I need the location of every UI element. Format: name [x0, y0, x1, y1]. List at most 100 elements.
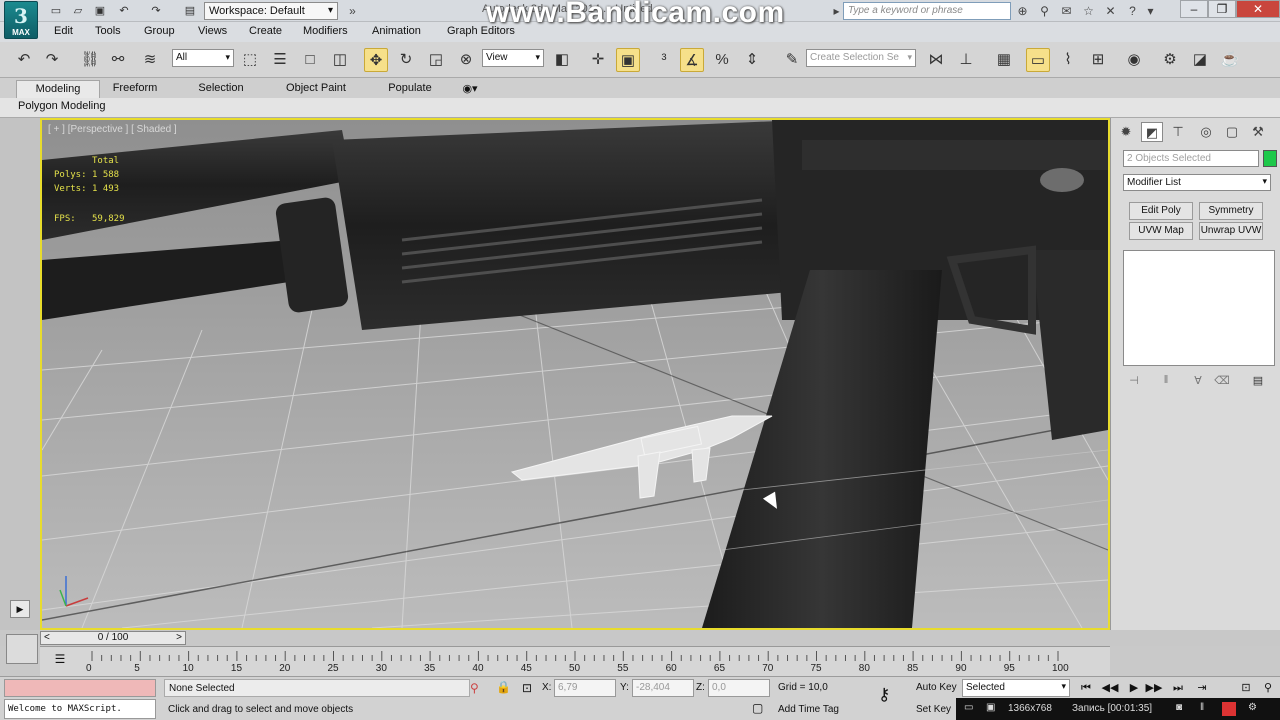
mini-listener-toggle[interactable] [6, 634, 38, 664]
select-and-place-icon[interactable]: ⊗ [454, 48, 478, 72]
render-setup-icon[interactable]: ⚙ [1158, 48, 1182, 72]
modifier-stack[interactable] [1123, 250, 1275, 366]
menu-animation[interactable]: Animation [372, 25, 421, 37]
recorder-settings-icon[interactable]: ⚙ [1248, 702, 1257, 713]
application-button[interactable]: MAX [4, 1, 38, 39]
make-unique-icon[interactable]: ∀ [1189, 374, 1207, 390]
x-coordinate-field[interactable]: 6,79 [554, 679, 616, 697]
recorder-pause-icon[interactable]: ‖ [1200, 702, 1204, 713]
key-filter-dropdown[interactable]: Selected [962, 679, 1070, 697]
menu-group[interactable]: Group [144, 25, 175, 37]
maxscript-mini-listener-input[interactable]: Welcome to MAXScript. [4, 699, 156, 719]
edit-named-selection-icon[interactable]: ✎ [780, 48, 804, 72]
select-object-icon[interactable]: ⬚ [238, 48, 262, 72]
utilities-tab-icon[interactable]: ⚒ [1247, 122, 1269, 142]
reference-coordinate-dropdown[interactable]: View [482, 49, 544, 67]
transform-mode-icon[interactable]: ⊡ [522, 681, 532, 695]
motion-tab-icon[interactable]: ◎ [1195, 122, 1217, 142]
play-icon[interactable]: ▶ [1124, 679, 1144, 697]
layer-manager-icon[interactable]: ▦ [992, 48, 1016, 72]
rendered-frame-window-icon[interactable]: ◪ [1188, 48, 1212, 72]
help-icon[interactable]: ? [1124, 3, 1141, 19]
previous-frame-icon[interactable]: ◀◀ [1100, 679, 1120, 697]
menu-edit[interactable]: Edit [54, 25, 73, 37]
project-folder-icon[interactable]: ▤ [182, 3, 198, 19]
subscription-icon[interactable]: ⚲ [1036, 3, 1053, 19]
restore-button[interactable]: ❐ [1208, 0, 1236, 18]
set-keys-icon[interactable]: ⚷ [878, 685, 890, 705]
search-input[interactable]: Type a keyword or phrase [843, 2, 1011, 20]
bind-space-warp-icon[interactable]: ≋ [138, 48, 162, 72]
select-manipulate-icon[interactable]: ✛ [586, 48, 610, 72]
align-icon[interactable]: ⊥ [954, 48, 978, 72]
undo-icon[interactable]: ↶ [12, 48, 36, 72]
binoculars-icon[interactable]: ⊕ [1014, 3, 1031, 19]
track-bar[interactable]: ☰ 0 5 10 15 20 25 30 35 40 45 50 55 60 65 70 75 80 85 90 95… [40, 646, 1110, 676]
snaps-toggle-icon[interactable]: ³ [652, 48, 676, 72]
perspective-viewport[interactable]: [ + ] [Perspective ] [ Shaded ] Total Po… [40, 118, 1110, 630]
go-to-start-icon[interactable]: ⏮ [1076, 679, 1096, 697]
add-time-tag-button[interactable]: Add Time Tag [774, 701, 874, 719]
time-tag-icon[interactable]: ▢ [752, 701, 763, 715]
menu-modifiers[interactable]: Modifiers [303, 25, 348, 37]
render-production-icon[interactable]: ☕ [1218, 48, 1242, 72]
object-color-swatch[interactable] [1263, 150, 1277, 167]
tab-modeling[interactable]: Modeling [16, 80, 100, 98]
close-button[interactable]: ✕ [1236, 0, 1280, 18]
modify-tab-icon[interactable]: ◩ [1141, 122, 1163, 142]
undo-icon[interactable]: ↶ [116, 3, 132, 19]
new-file-icon[interactable]: ▭ [48, 3, 64, 19]
set-key-button[interactable]: Set Key [914, 701, 960, 719]
ribbon-options-icon[interactable]: ◉▾ [456, 80, 484, 98]
selection-lock-icon[interactable]: 🔒 [496, 680, 511, 694]
remove-modifier-icon[interactable]: ⌫ [1213, 374, 1231, 390]
communication-icon[interactable]: ✉ [1058, 3, 1075, 19]
key-mode-icon[interactable]: ⇥ [1192, 679, 1212, 697]
z-coordinate-field[interactable]: 0,0 [708, 679, 770, 697]
symmetry-button[interactable]: Symmetry [1199, 202, 1263, 220]
tab-freeform[interactable]: Freeform [100, 80, 170, 98]
named-selection-sets-dropdown[interactable]: Create Selection Se [806, 49, 916, 67]
menu-create[interactable]: Create [249, 25, 282, 37]
show-end-result-icon[interactable]: ‖ [1157, 374, 1175, 390]
time-slider-next-icon[interactable]: > [176, 632, 182, 644]
redo-icon[interactable]: ↷ [148, 3, 164, 19]
recorder-stop-icon[interactable] [1222, 702, 1236, 716]
rectangular-selection-icon[interactable]: □ [298, 48, 322, 72]
minimize-button[interactable]: – [1180, 0, 1208, 18]
next-frame-icon[interactable]: ▶▶ [1144, 679, 1164, 697]
uvw-map-button[interactable]: UVW Map [1129, 222, 1193, 240]
use-pivot-center-icon[interactable]: ◧ [550, 48, 574, 72]
select-by-name-icon[interactable]: ☰ [268, 48, 292, 72]
select-and-scale-icon[interactable]: ◲ [424, 48, 448, 72]
material-editor-icon[interactable]: ◉ [1122, 48, 1146, 72]
open-file-icon[interactable]: ▱ [70, 3, 86, 19]
tab-object-paint[interactable]: Object Paint [272, 80, 360, 98]
exchange-icon[interactable]: ✕ [1102, 3, 1119, 19]
favorites-icon[interactable]: ☆ [1080, 3, 1097, 19]
recorder-monitor-icon[interactable]: ▭ [964, 702, 973, 713]
recorder-window-icon[interactable]: ▣ [986, 702, 995, 713]
isolate-selection-icon[interactable]: ⚲ [470, 681, 479, 695]
selection-filter-dropdown[interactable]: All [172, 49, 234, 67]
unwrap-uvw-button[interactable]: Unwrap UVW [1199, 222, 1263, 240]
maxscript-mini-listener-output[interactable] [4, 679, 156, 697]
select-and-move-icon[interactable]: ✥ [364, 48, 388, 72]
graphite-ribbon-icon[interactable]: ▭ [1026, 48, 1050, 72]
percent-snap-icon[interactable]: % [710, 48, 734, 72]
time-slider[interactable]: < 0 / 100 > [40, 631, 186, 645]
unlink-icon[interactable]: ⚯ [106, 48, 130, 72]
time-slider-prev-icon[interactable]: < [44, 632, 50, 644]
zoom-extents-icon[interactable]: ⊡ [1236, 679, 1256, 697]
redo-icon[interactable]: ↷ [40, 48, 64, 72]
window-crossing-icon[interactable]: ◫ [328, 48, 352, 72]
recorder-camera-icon[interactable]: ◙ [1176, 702, 1182, 713]
keyboard-shortcut-override-icon[interactable]: ▣ [616, 48, 640, 72]
polygon-modeling-label[interactable]: Polygon Modeling [18, 100, 105, 112]
menu-tools[interactable]: Tools [95, 25, 121, 37]
tab-populate[interactable]: Populate [372, 80, 448, 98]
display-tab-icon[interactable]: ▢ [1221, 122, 1243, 142]
auto-key-button[interactable]: Auto Key [914, 679, 960, 697]
menu-views[interactable]: Views [198, 25, 227, 37]
workspace-dropdown[interactable]: Workspace: Default [204, 2, 338, 20]
